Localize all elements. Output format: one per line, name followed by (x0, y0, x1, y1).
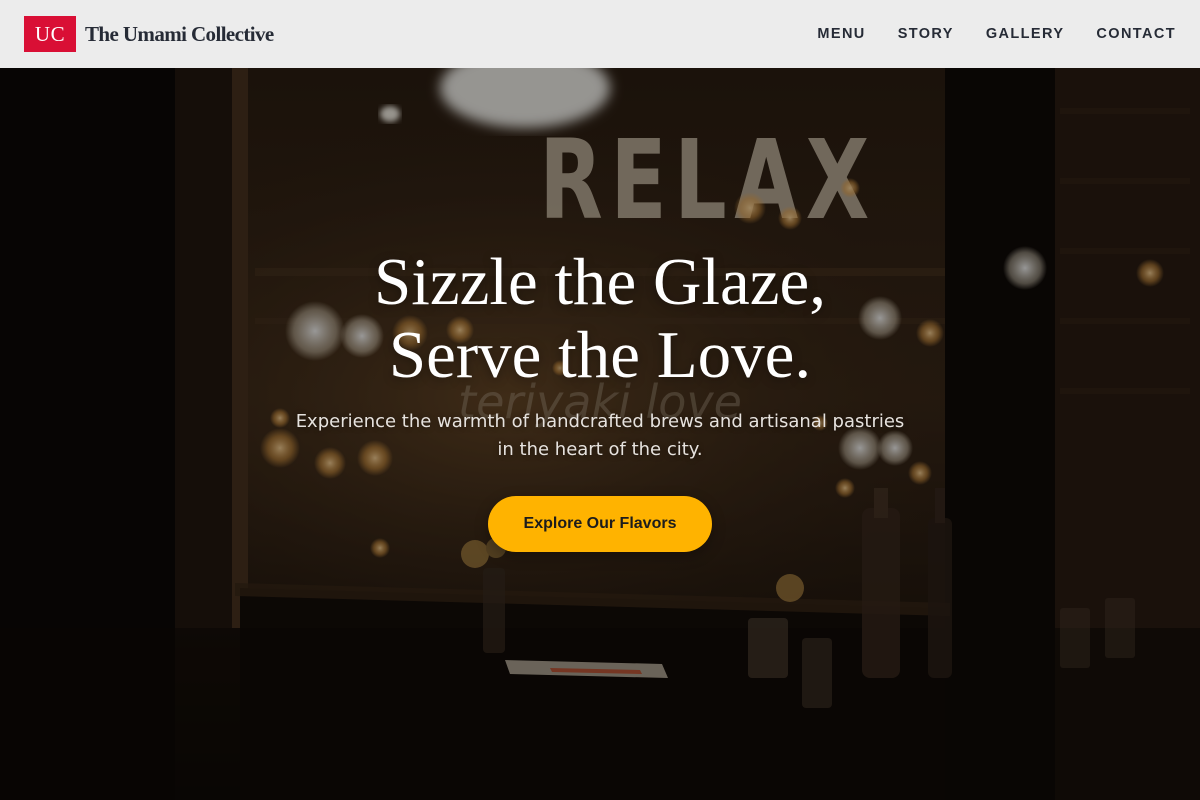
explore-flavors-button[interactable]: Explore Our Flavors (488, 496, 712, 552)
nav-link-gallery[interactable]: GALLERY (986, 26, 1065, 42)
main-nav: MENU STORY GALLERY CONTACT (785, 26, 1176, 42)
brand-logo-mark: UC (24, 16, 76, 52)
site-header: UC The Umami Collective MENU STORY GALLE… (0, 0, 1200, 68)
hero-section: RELAX teriyaki love Sizzle the Glaze, Se… (0, 68, 1200, 800)
nav-link-menu[interactable]: MENU (817, 26, 865, 42)
hero-subtitle-line-2: in the heart of the city. (497, 439, 703, 460)
hero-title-line-1: Sizzle the Glaze, (373, 245, 827, 319)
brand-name: The Umami Collective (85, 21, 274, 46)
hero-content: Sizzle the Glaze, Serve the Love. Experi… (0, 68, 1200, 800)
hero-subtitle: Experience the warmth of handcrafted bre… (250, 408, 950, 464)
nav-link-contact[interactable]: CONTACT (1096, 26, 1176, 42)
nav-link-story[interactable]: STORY (898, 26, 954, 42)
hero-subtitle-line-1: Experience the warmth of handcrafted bre… (295, 411, 905, 432)
brand-logo-link[interactable]: UC The Umami Collective (24, 16, 274, 52)
hero-title-line-2: Serve the Love. (388, 318, 812, 392)
hero-title: Sizzle the Glaze, Serve the Love. (200, 246, 1000, 392)
